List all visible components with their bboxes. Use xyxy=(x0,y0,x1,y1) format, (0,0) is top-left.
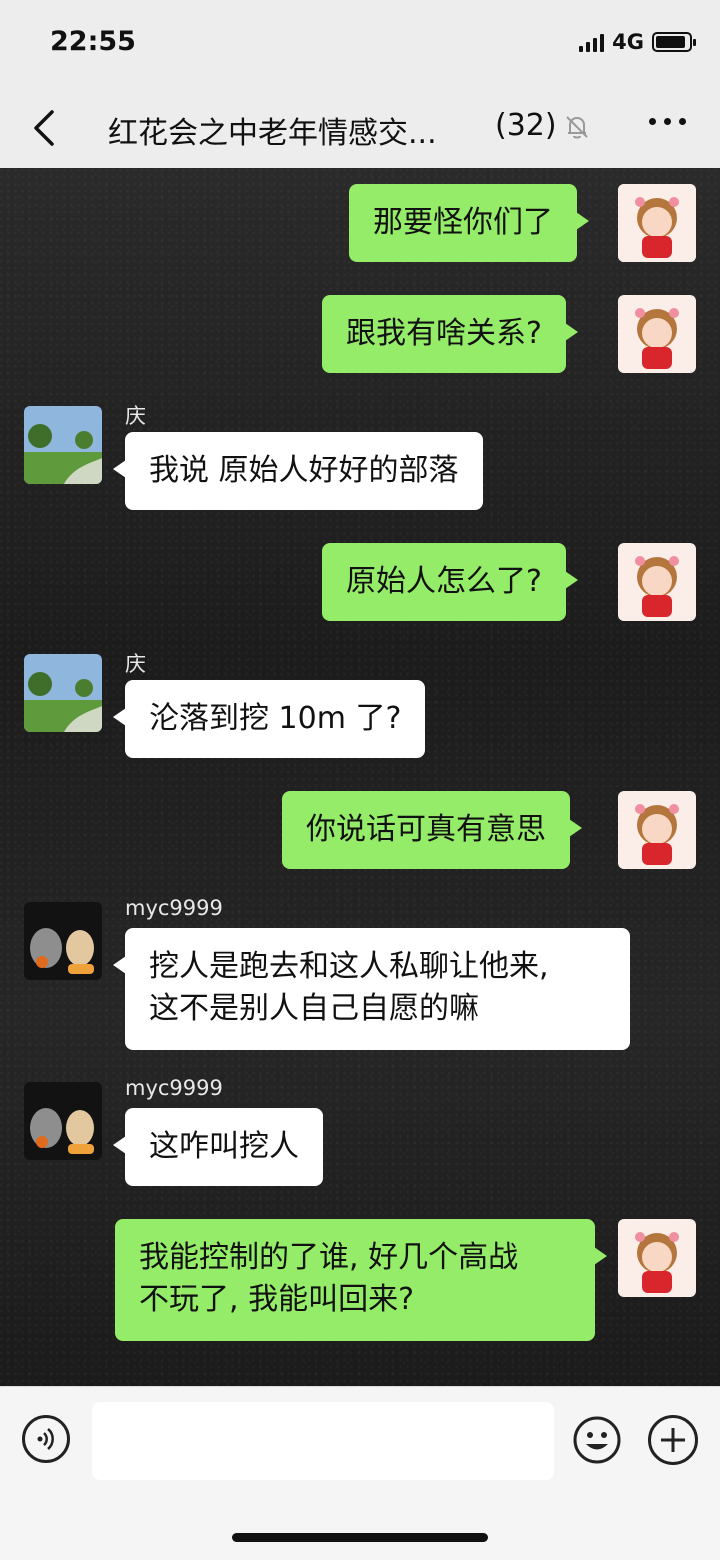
network-type: 4G xyxy=(612,30,644,54)
message-text: 跟我有啥关系? xyxy=(346,316,542,351)
status-time: 22:55 xyxy=(50,26,136,57)
self-avatar[interactable] xyxy=(618,1219,696,1297)
message-bubble-self[interactable]: 我能控制的了谁, 好几个高战 不玩了, 我能叫回来? xyxy=(115,1219,607,1341)
message-bubble-other[interactable]: 我说 原始人好好的部落 xyxy=(113,432,483,510)
self-avatar[interactable] xyxy=(618,184,696,262)
girl-avatar-icon xyxy=(618,543,696,621)
sender-name: 庆 xyxy=(125,404,146,428)
message-text-line: 挖人是跑去和这人私聊让他来, xyxy=(149,949,549,984)
emoji-button[interactable] xyxy=(572,1415,622,1465)
more-button[interactable] xyxy=(649,118,686,125)
message-bubble-self[interactable]: 原始人怎么了? xyxy=(322,543,578,621)
chat-area[interactable]: 那要怪你们了 跟我有啥关系? 庆 我说 原始人好好的部落 原始人怎么了? 庆 沦… xyxy=(0,168,720,1386)
contact-avatar[interactable] xyxy=(24,902,102,980)
sender-name: myc9999 xyxy=(125,896,223,920)
message-text: 我说 原始人好好的部落 xyxy=(149,453,459,488)
sender-name: myc9999 xyxy=(125,1076,223,1100)
girl-avatar-icon xyxy=(618,295,696,373)
voice-button[interactable] xyxy=(22,1415,70,1463)
girl-avatar-icon xyxy=(618,791,696,869)
message-bubble-self[interactable]: 你说话可真有意思 xyxy=(282,791,582,869)
chevron-left-icon xyxy=(34,110,54,146)
girl-avatar-icon xyxy=(618,1219,696,1297)
message-input[interactable] xyxy=(92,1402,554,1480)
back-button[interactable] xyxy=(26,104,66,152)
message-bubble-other[interactable]: 挖人是跑去和这人私聊让他来, 这不是别人自己自愿的嘛 xyxy=(113,928,630,1050)
message-text-line: 不玩了, 我能叫回来? xyxy=(139,1282,414,1317)
voice-icon xyxy=(37,1428,54,1450)
add-button[interactable] xyxy=(648,1415,698,1465)
contact-avatar[interactable] xyxy=(24,654,102,732)
message-text: 沦落到挖 10m 了? xyxy=(149,701,402,736)
girl-avatar-icon xyxy=(618,184,696,262)
top-bar: 22:55 4G 红花会之中老年情感交... (32) xyxy=(0,0,720,168)
message-bubble-self[interactable]: 那要怪你们了 xyxy=(349,184,589,262)
self-avatar[interactable] xyxy=(618,543,696,621)
cats-avatar-icon xyxy=(24,902,102,980)
park-photo-avatar-icon xyxy=(24,406,102,484)
status-indicators: 4G xyxy=(579,30,696,54)
contact-avatar[interactable] xyxy=(24,1082,102,1160)
sender-name: 庆 xyxy=(125,652,146,676)
self-avatar[interactable] xyxy=(618,791,696,869)
signal-icon xyxy=(579,32,605,52)
contact-avatar[interactable] xyxy=(24,406,102,484)
message-text: 那要怪你们了 xyxy=(373,205,553,240)
home-indicator[interactable] xyxy=(232,1533,488,1542)
more-dots-icon xyxy=(649,118,656,125)
battery-icon xyxy=(652,32,696,52)
message-text-line: 这不是别人自己自愿的嘛 xyxy=(149,991,479,1026)
bell-off-icon xyxy=(566,116,588,139)
park-photo-avatar-icon xyxy=(24,654,102,732)
message-text-line: 我能控制的了谁, 好几个高战 xyxy=(139,1240,519,1275)
message-text: 原始人怎么了? xyxy=(346,564,542,599)
message-bubble-other[interactable]: 沦落到挖 10m 了? xyxy=(112,680,426,758)
message-bubble-self[interactable]: 跟我有啥关系? xyxy=(322,295,578,373)
message-bubble-other[interactable]: 这咋叫挖人 xyxy=(113,1108,323,1186)
message-text: 你说话可真有意思 xyxy=(306,812,546,847)
chat-title: 红花会之中老年情感交... xyxy=(108,116,437,151)
member-count: (32) xyxy=(495,108,557,143)
message-text: 这咋叫挖人 xyxy=(149,1129,299,1164)
emoji-icon xyxy=(573,1416,621,1464)
cats-avatar-icon xyxy=(24,1082,102,1160)
self-avatar[interactable] xyxy=(618,295,696,373)
